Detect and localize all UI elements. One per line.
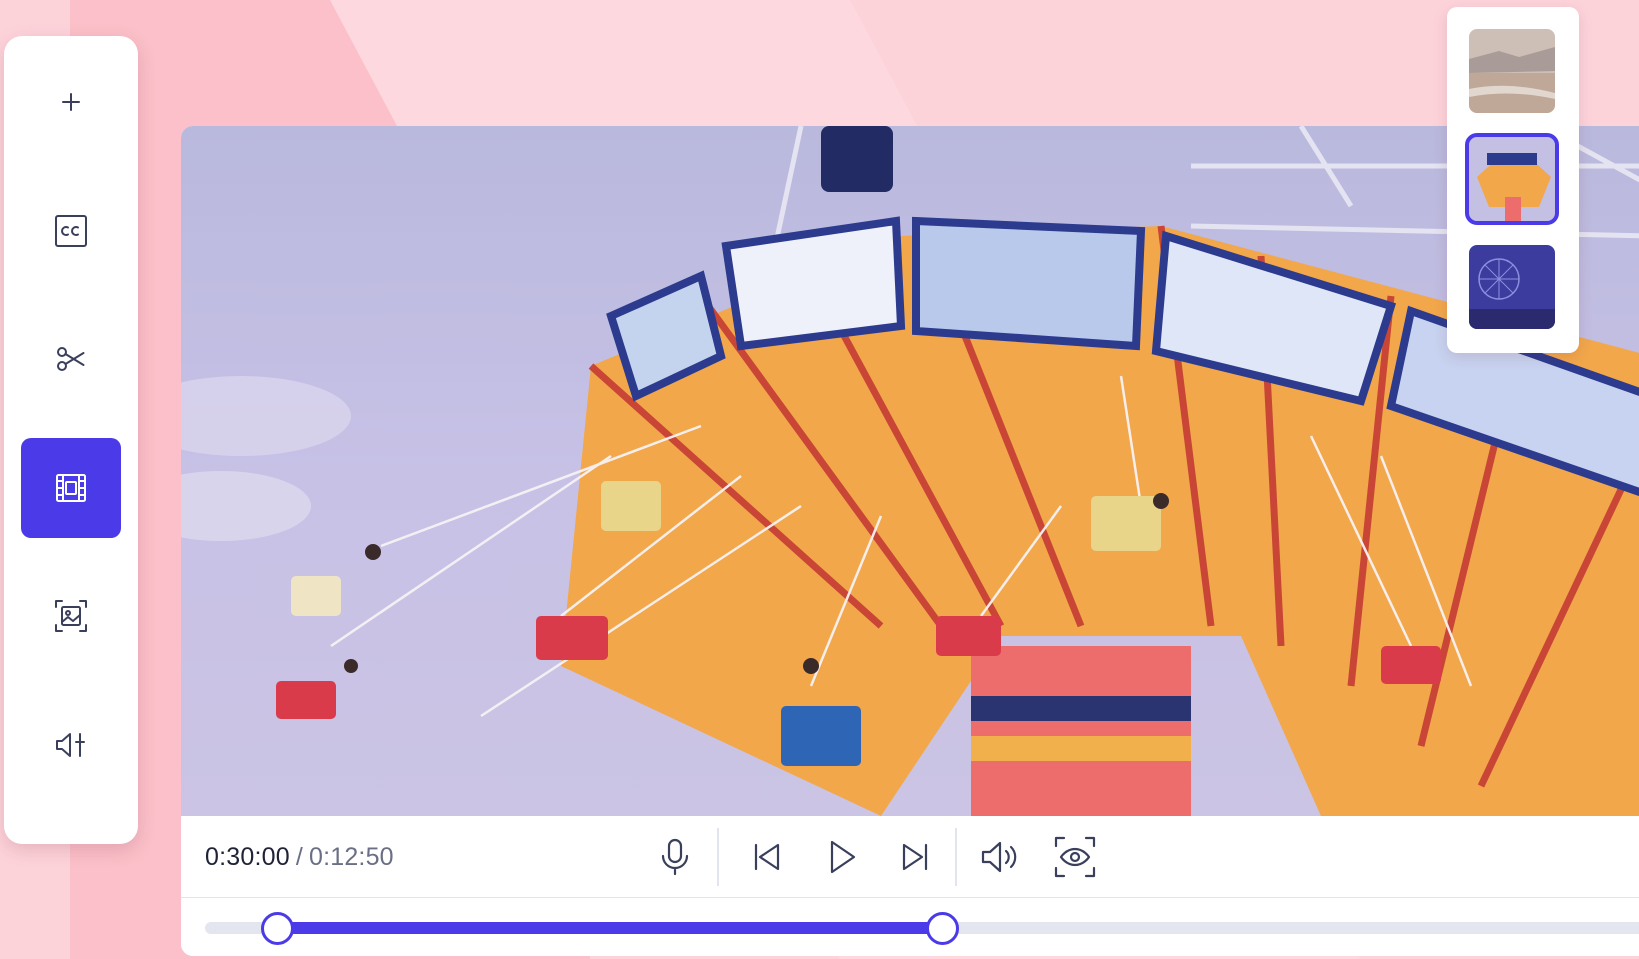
trim-end-handle[interactable] — [925, 912, 959, 945]
play-icon — [830, 840, 856, 874]
ferris-wheel-night-image — [1469, 245, 1555, 329]
carousel-image — [1469, 137, 1555, 221]
time-separator: / — [295, 842, 303, 871]
add-button[interactable] — [21, 52, 121, 152]
volume-button[interactable] — [977, 833, 1025, 881]
skip-back-icon — [754, 843, 780, 871]
closed-captions-icon — [55, 215, 87, 247]
preview-eye-icon — [1054, 836, 1096, 878]
audio-button[interactable] — [21, 695, 121, 795]
current-time: 0:30:00 — [205, 842, 290, 871]
record-voice-button[interactable] — [651, 833, 699, 881]
captions-button[interactable] — [21, 181, 121, 281]
controls-divider — [717, 828, 719, 886]
beach-image — [1469, 29, 1555, 113]
skip-forward-button[interactable] — [891, 833, 939, 881]
time-display: 0:30:00 / 0:12:50 — [205, 816, 394, 898]
carousel-video-frame — [181, 126, 1639, 816]
beach-thumbnail[interactable] — [1469, 29, 1555, 113]
video-preview[interactable] — [181, 126, 1639, 816]
selected-range — [277, 922, 943, 934]
trim-start-handle[interactable] — [260, 912, 294, 945]
microphone-icon — [661, 838, 689, 876]
carousel-thumbnail[interactable] — [1465, 133, 1559, 225]
total-time: 0:12:50 — [308, 842, 394, 871]
film-strip-icon — [56, 474, 86, 502]
controls-divider — [955, 828, 957, 886]
preview-button[interactable] — [1051, 833, 1099, 881]
clips-button[interactable] — [21, 438, 121, 538]
image-button[interactable] — [21, 566, 121, 666]
skip-back-button[interactable] — [743, 833, 791, 881]
cut-button[interactable] — [21, 309, 121, 409]
play-button[interactable] — [817, 833, 865, 881]
video-player: 0:30:00 / 0:12:50 — [181, 126, 1639, 956]
ferris-wheel-night-thumbnail[interactable] — [1469, 245, 1555, 329]
skip-forward-icon — [902, 843, 928, 871]
media-thumbnails — [1447, 7, 1579, 353]
trim-timeline[interactable] — [181, 899, 1639, 956]
plus-icon — [62, 93, 80, 111]
playback-controls: 0:30:00 / 0:12:50 — [181, 816, 1639, 898]
scissors-icon — [57, 347, 85, 371]
audio-adjust-icon — [56, 733, 85, 757]
volume-icon — [981, 841, 1017, 873]
image-frame-icon — [55, 600, 87, 632]
tool-sidebar — [4, 36, 138, 844]
